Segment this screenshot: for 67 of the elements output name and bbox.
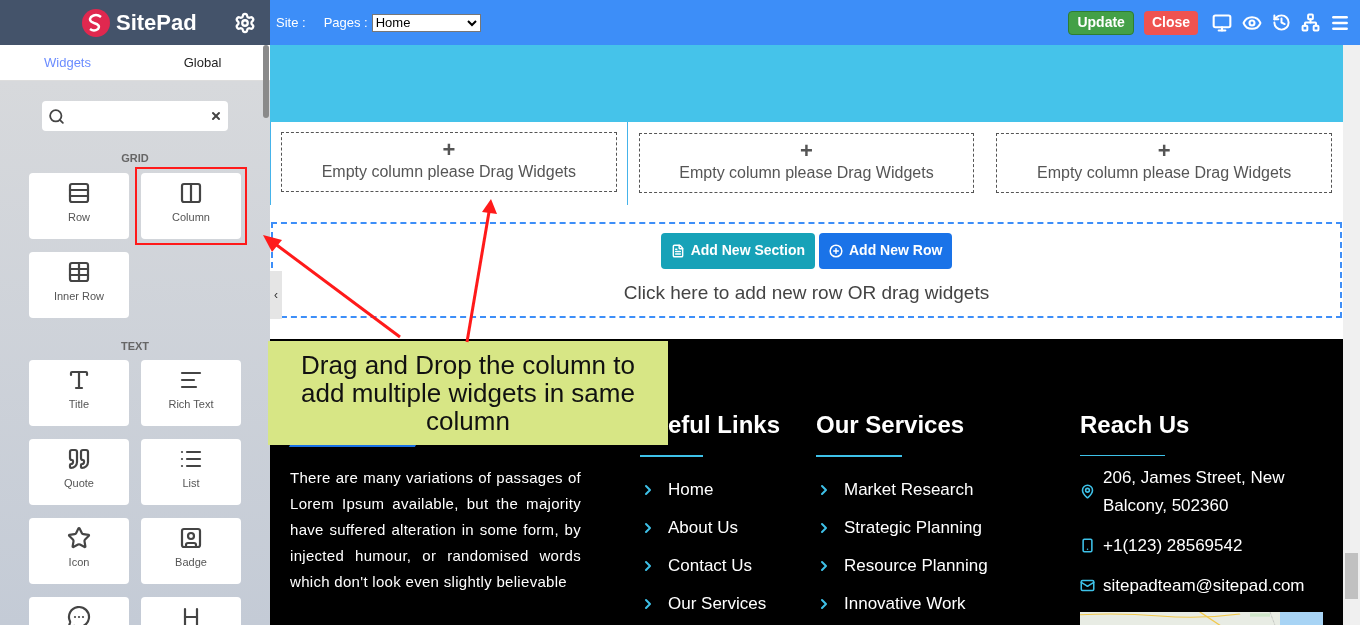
empty-column-text: Empty column please Drag Widgets <box>679 163 934 183</box>
plus-sign: + <box>800 141 813 161</box>
plus-sign: + <box>442 140 456 160</box>
sidebar-tab[interactable]: Global <box>135 45 270 80</box>
footer-link[interactable]: Home <box>640 471 816 509</box>
footer-link[interactable]: Resource Planning <box>816 547 1080 585</box>
widget-tile[interactable]: Inner Row <box>29 251 129 318</box>
quote-icon <box>67 447 91 471</box>
widget-tile[interactable]: Badge <box>141 518 241 584</box>
clear-icon[interactable] <box>210 110 222 122</box>
widget-tile[interactable]: Quote <box>29 439 129 505</box>
widget-tile[interactable]: Rich Text <box>141 360 241 426</box>
footer-link[interactable]: Strategic Planning <box>816 509 1080 547</box>
map-pin-icon <box>1080 484 1095 500</box>
contact-text: +1(123) 28569542 <box>1103 534 1243 557</box>
monitor-icon[interactable] <box>1212 12 1232 33</box>
scrollbar[interactable] <box>263 45 269 118</box>
history-icon[interactable] <box>1272 13 1291 32</box>
callout-text: Drag and Drop the column to add multiple widgets in same column <box>300 351 636 435</box>
plus-circle-icon <box>829 243 843 258</box>
search-field[interactable] <box>42 101 228 131</box>
scrollbar-thumb[interactable] <box>1345 553 1358 599</box>
star-icon <box>67 526 91 550</box>
search-icon <box>48 107 65 125</box>
contact-text: sitepadteam@sitepad.com <box>1103 574 1305 597</box>
collapse-tab[interactable]: ‹ <box>270 271 282 319</box>
widget-tile[interactable]: Row <box>29 172 129 239</box>
file-icon <box>670 243 685 258</box>
about-text: There are many variations of passages of Lorem Ipsum available, but the majority have suffered alteration in some form, by injected humour, or randomised words which don't look even slightly believable <box>290 468 581 592</box>
footer-link[interactable]: Contact Us <box>640 547 816 585</box>
column-container[interactable]: + Empty column please Drag Widgets <box>627 122 986 206</box>
type-icon <box>67 368 91 392</box>
row-icon <box>67 180 91 205</box>
widget-tile[interactable]: List <box>141 439 241 505</box>
phone-icon <box>1080 538 1095 554</box>
settings-icon[interactable] <box>234 11 256 34</box>
footer-heading: Reach Us <box>1080 410 1191 440</box>
site-label: Site : <box>276 13 306 32</box>
chevron-down-icon <box>466 18 477 27</box>
group-heading: TEXT <box>119 338 151 354</box>
widget-tile[interactable]: Title <box>29 360 129 426</box>
chat-bubble-icon <box>67 605 91 625</box>
add-row-hint: Click here to add new row OR drag widgets <box>623 280 990 305</box>
columns-icon <box>179 180 203 205</box>
footer-link[interactable]: About Us <box>640 509 816 547</box>
footer-heading: Our Services <box>816 410 966 440</box>
footer-heading: eful Links <box>667 410 782 440</box>
pages-label: Pages : <box>323 13 368 32</box>
logo-icon <box>82 8 110 37</box>
sitemap-icon[interactable] <box>1301 13 1320 32</box>
add-row-button[interactable]: Add New Row <box>819 232 953 269</box>
empty-column-text: Empty column please Drag Widgets <box>1037 163 1292 183</box>
footer-link[interactable]: Our Services <box>640 585 816 623</box>
contact-text: 206, James Street, New Balcony, 502360 <box>1103 466 1286 517</box>
group-heading: GRID <box>120 151 150 166</box>
page-select[interactable]: Home <box>371 13 481 32</box>
empty-column-text: Empty column please Drag Widgets <box>321 162 576 182</box>
logo-text: SitePad <box>116 9 197 37</box>
footer-link[interactable]: Market Research <box>816 471 1080 509</box>
mail-icon <box>1080 578 1095 594</box>
footer-link[interactable]: Innovative Work <box>816 585 1080 623</box>
column-container[interactable]: + Empty column please Drag Widgets <box>985 122 1343 206</box>
widget-tile[interactable]: Column <box>141 172 241 239</box>
plus-sign: + <box>1157 141 1171 161</box>
table-icon <box>67 259 91 284</box>
widget-tile[interactable]: Icon <box>29 518 129 584</box>
badge-icon <box>179 526 203 550</box>
